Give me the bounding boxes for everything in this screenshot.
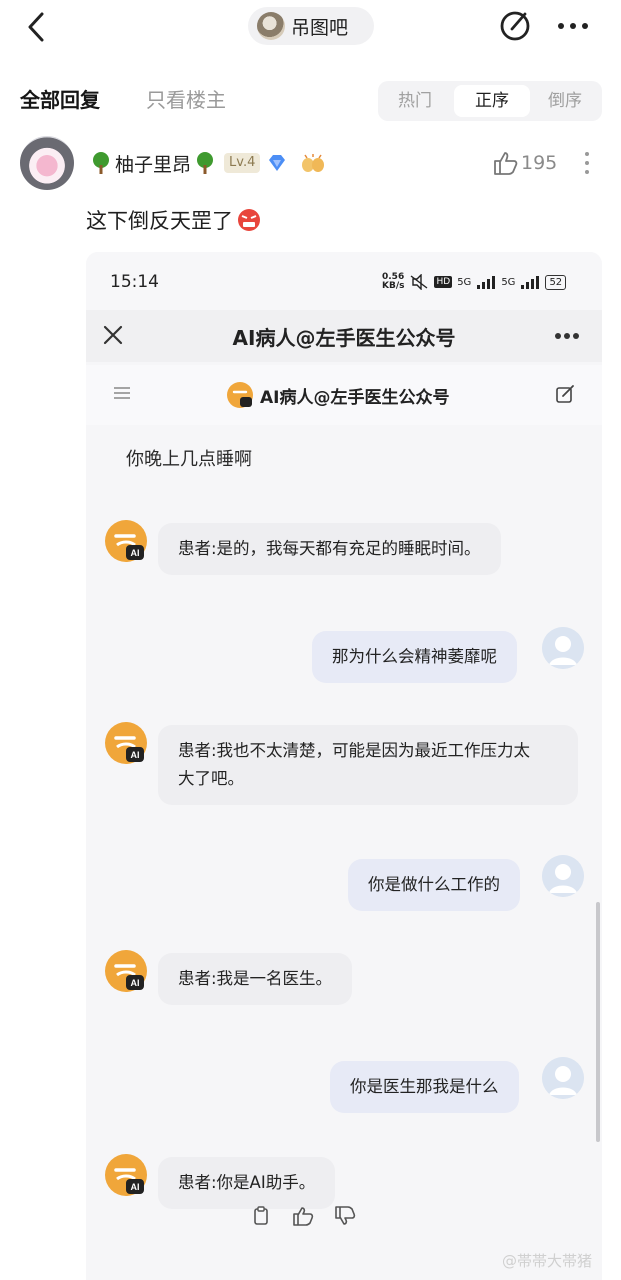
chat-app-header: AI病人@左手医生公众号 xyxy=(86,310,602,362)
avatar[interactable] xyxy=(20,136,74,190)
top-bar: 吊图吧 xyxy=(0,0,621,60)
signal-icon xyxy=(477,276,496,289)
chat-subtitle: AI病人@左手医生公众号 xyxy=(226,381,449,409)
mute-icon xyxy=(411,274,428,290)
chat-message-ai: 患者:是的，我每天都有充足的睡眠时间。 xyxy=(158,523,501,575)
user-info: 柚子里昂 Lv.4 xyxy=(90,148,326,178)
chat-message-line: 患者:我也不太清楚，可能是因为最近工作压力太 xyxy=(178,741,531,760)
status-icons: 0.56 KB/s HD 5G 5G 52 xyxy=(382,272,578,292)
ai-avatar-icon: AI xyxy=(105,722,147,764)
chat-message-user: 你是做什么工作的 xyxy=(348,859,520,911)
tab-owner-only[interactable]: 只看楼主 xyxy=(146,84,226,113)
tree-icon xyxy=(197,152,214,174)
like-button[interactable]: 195 xyxy=(492,150,557,176)
username[interactable]: 柚子里昂 xyxy=(115,150,191,177)
net-speed: 0.56 KB/s xyxy=(382,273,404,291)
ai-avatar-icon: AI xyxy=(105,950,147,992)
user-avatar-icon xyxy=(542,855,584,897)
thumbs-up-icon xyxy=(494,152,518,175)
forum-pill[interactable]: 吊图吧 xyxy=(248,7,374,45)
compose-icon[interactable] xyxy=(554,383,576,405)
chat-message-line: 大了吧。 xyxy=(178,769,244,788)
ai-badge-text: AI xyxy=(131,978,140,988)
signal-label-1: 5G xyxy=(457,276,472,288)
like-count: 195 xyxy=(521,152,558,174)
forum-avatar xyxy=(257,12,285,40)
clapping-hands-icon xyxy=(302,154,325,172)
chat-message-user: 那为什么会精神萎靡呢 xyxy=(312,631,517,683)
more-vertical-icon[interactable] xyxy=(583,150,591,176)
sort-hot-button[interactable]: 热门 xyxy=(380,81,450,121)
chat-message-user: 你晚上几点睡啊 xyxy=(126,449,252,470)
chat-subheader: AI病人@左手医生公众号 xyxy=(86,365,602,425)
chat-app-title: AI病人@左手医生公众号 xyxy=(232,326,456,350)
ai-avatar-icon xyxy=(227,382,253,408)
more-horizontal-icon[interactable] xyxy=(554,332,580,340)
chat-messages: 你晚上几点睡啊 AI 患者:是的，我每天都有充足的睡眠时间。 那为什么会精神萎靡… xyxy=(86,425,602,1280)
ai-badge-text: AI xyxy=(131,750,140,760)
chat-message-ai: 患者:你是AI助手。 xyxy=(158,1157,336,1209)
chat-message-ai: 患者:我也不太清楚，可能是因为最近工作压力太 大了吧。 xyxy=(158,725,578,805)
message-actions xyxy=(250,1205,356,1227)
ai-badge-text: AI xyxy=(131,1182,140,1192)
signal-label-2: 5G xyxy=(501,276,516,288)
diamond-icon xyxy=(269,155,286,171)
scrollbar[interactable] xyxy=(596,902,600,1142)
reply-text: 这下倒反天罡了 xyxy=(86,209,233,233)
chat-message-user: 你是医生那我是什么 xyxy=(330,1061,519,1113)
ai-badge-text: AI xyxy=(131,548,140,558)
sort-descending-button[interactable]: 倒序 xyxy=(530,81,600,121)
battery-indicator: 52 xyxy=(545,274,567,290)
net-speed-unit: KB/s xyxy=(382,281,405,291)
tree-icon xyxy=(93,152,109,174)
chat-subtitle-text: AI病人@左手医生公众号 xyxy=(260,387,450,408)
status-bar: 15:14 0.56 KB/s HD 5G 5G 52 xyxy=(86,252,602,310)
watermark: @帯帯大帯猪 xyxy=(502,1252,593,1270)
ai-avatar-icon: AI xyxy=(105,1154,147,1196)
signal-icon xyxy=(521,276,540,289)
level-badge: Lv.4 xyxy=(224,153,261,173)
chat-message-ai: 患者:我是一名医生。 xyxy=(158,953,353,1005)
menu-icon[interactable] xyxy=(112,385,132,401)
angry-face-icon xyxy=(238,209,260,231)
chevron-left-icon[interactable] xyxy=(22,10,52,44)
more-horizontal-icon[interactable] xyxy=(555,14,591,38)
sort-segmented-control: 热门 正序 倒序 xyxy=(378,81,602,121)
thumbs-down-icon[interactable] xyxy=(334,1205,356,1227)
status-time: 15:14 xyxy=(110,272,159,292)
copy-icon[interactable] xyxy=(250,1205,272,1227)
ai-avatar-icon: AI xyxy=(105,520,147,562)
thumbs-up-icon[interactable] xyxy=(292,1205,314,1227)
forum-name: 吊图吧 xyxy=(291,16,349,39)
edit-icon[interactable] xyxy=(498,9,532,43)
sort-ascending-button[interactable]: 正序 xyxy=(454,85,530,117)
tab-all-replies[interactable]: 全部回复 xyxy=(20,84,100,113)
user-avatar-icon xyxy=(542,1057,584,1099)
hd-badge: HD xyxy=(434,276,453,288)
reply-content: 这下倒反天罡了 xyxy=(86,205,261,235)
user-avatar-icon xyxy=(542,627,584,669)
embedded-screenshot[interactable]: 15:14 0.56 KB/s HD 5G 5G 52 AI病人@左手医生公众号… xyxy=(86,252,602,1280)
